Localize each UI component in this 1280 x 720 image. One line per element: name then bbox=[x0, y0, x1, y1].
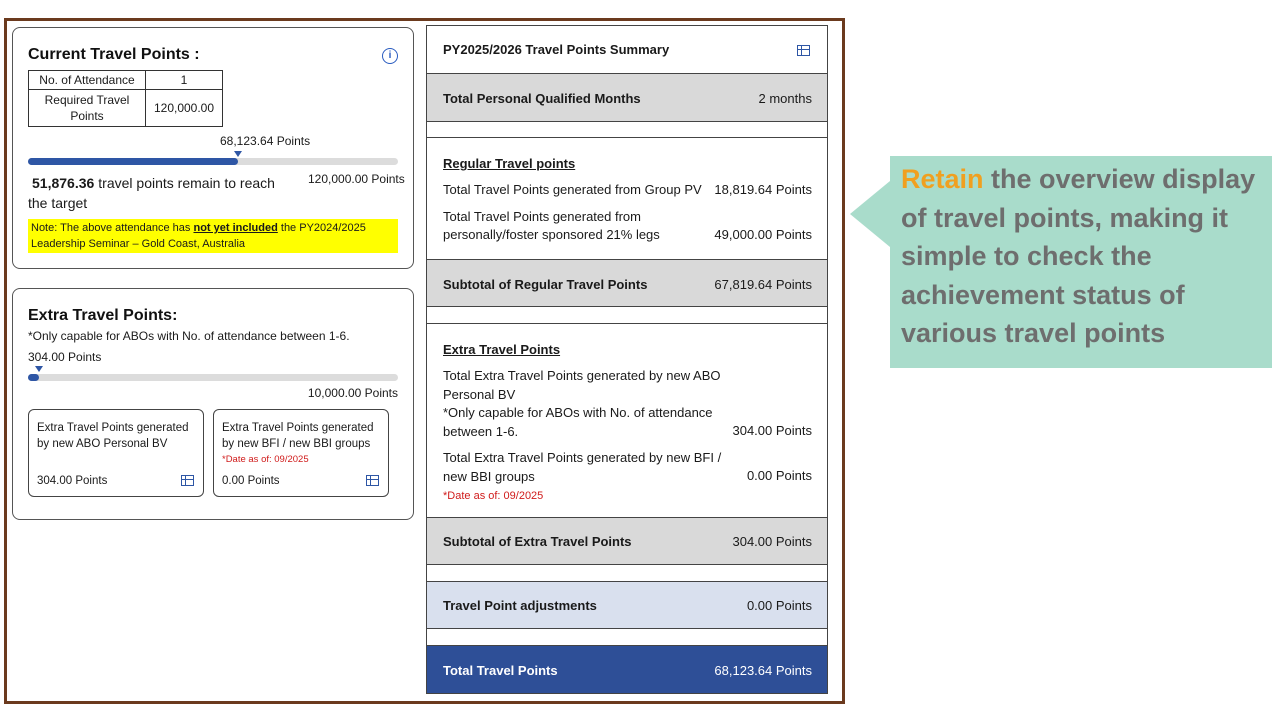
extra-row1-label: Total Extra Travel Points generated by n… bbox=[443, 368, 721, 402]
extra-progress-fill bbox=[28, 374, 40, 381]
extra-row2-label: Total Extra Travel Points generated by n… bbox=[443, 450, 722, 484]
current-target-label: 120,000.00 Points bbox=[308, 172, 405, 186]
note-prefix: Note: The above attendance has bbox=[31, 222, 194, 234]
spacer-4 bbox=[426, 628, 828, 646]
summary-title: PY2025/2026 Travel Points Summary bbox=[443, 42, 670, 57]
extra-subtotal-value: 304.00 Points bbox=[732, 534, 812, 549]
extra-row1-wrap: Total Extra Travel Points generated by n… bbox=[443, 367, 728, 441]
extra-row2-date: *Date as of: 09/2025 bbox=[443, 490, 544, 502]
regular-row1-value: 18,819.64 Points bbox=[714, 182, 812, 197]
qualified-months-row: Total Personal Qualified Months 2 months bbox=[426, 73, 828, 122]
extra-bfi-date: *Date as of: 09/2025 bbox=[222, 454, 309, 465]
table-icon[interactable] bbox=[366, 475, 379, 486]
extra-bfi-value: 0.00 Points bbox=[222, 475, 280, 487]
regular-title: Regular Travel points bbox=[443, 156, 576, 171]
current-points-label: 68,123.64 Points bbox=[220, 134, 311, 148]
callout-highlight: Retain bbox=[901, 164, 984, 194]
qualified-value: 2 months bbox=[758, 91, 812, 106]
callout-arrow bbox=[850, 181, 890, 247]
extra-subtotal-row: Subtotal of Extra Travel Points 304.00 P… bbox=[426, 517, 828, 565]
summary-header: PY2025/2026 Travel Points Summary bbox=[426, 25, 828, 74]
regular-row1-label: Total Travel Points generated from Group… bbox=[443, 182, 702, 197]
spacer-2 bbox=[426, 306, 828, 324]
attendance-label: No. of Attendance bbox=[28, 70, 146, 90]
required-value: 120,000.00 bbox=[145, 89, 223, 127]
adjustments-row: Travel Point adjustments 0.00 Points bbox=[426, 581, 828, 629]
extra-abo-label: Extra Travel Points generated by new ABO… bbox=[37, 422, 189, 450]
extra-bfi-box[interactable]: Extra Travel Points generated by new BFI… bbox=[213, 409, 389, 497]
regular-subtotal-label: Subtotal of Regular Travel Points bbox=[443, 277, 648, 292]
current-title: Current Travel Points : bbox=[28, 46, 200, 63]
extra-row2-wrap: Total Extra Travel Points generated by n… bbox=[443, 449, 728, 506]
spacer-3 bbox=[426, 564, 828, 582]
extra-progress-pointer bbox=[35, 366, 43, 372]
spacer-1 bbox=[426, 121, 828, 138]
adjustments-label: Travel Point adjustments bbox=[443, 598, 597, 613]
extra-current-label: 304.00 Points bbox=[28, 350, 102, 364]
extra-abo-box[interactable]: Extra Travel Points generated by new ABO… bbox=[28, 409, 204, 497]
adjustments-value: 0.00 Points bbox=[746, 598, 812, 613]
extra-subtitle: *Only capable for ABOs with No. of atten… bbox=[28, 329, 350, 343]
extra-section-title: Extra Travel Points bbox=[443, 342, 561, 357]
extra-title: Extra Travel Points: bbox=[28, 307, 178, 324]
qualified-label: Total Personal Qualified Months bbox=[443, 91, 641, 106]
note-emphasis: not yet included bbox=[193, 222, 278, 234]
table-icon[interactable] bbox=[181, 475, 194, 486]
regular-row2-value: 49,000.00 Points bbox=[714, 227, 812, 242]
current-progress-pointer bbox=[234, 151, 242, 157]
attendance-value: 1 bbox=[145, 70, 223, 90]
extra-subtotal-label: Subtotal of Extra Travel Points bbox=[443, 534, 632, 549]
regular-section: Regular Travel points Total Travel Point… bbox=[426, 137, 828, 260]
callout-box: Retain the overview display of travel po… bbox=[890, 156, 1272, 368]
total-value: 68,123.64 Points bbox=[714, 663, 812, 678]
attendance-note: Note: The above attendance has not yet i… bbox=[28, 219, 398, 253]
extra-target-label: 10,000.00 Points bbox=[307, 386, 398, 400]
extra-section: Extra Travel Points Total Extra Travel P… bbox=[426, 323, 828, 518]
extra-bfi-label-wrap: Extra Travel Points generated by new BFI… bbox=[222, 420, 380, 468]
regular-subtotal-value: 67,819.64 Points bbox=[714, 277, 812, 292]
total-label: Total Travel Points bbox=[443, 663, 558, 678]
extra-row2-value: 0.00 Points bbox=[746, 468, 812, 483]
extra-travel-points-card: Extra Travel Points: *Only capable for A… bbox=[12, 288, 414, 520]
required-label: Required Travel Points bbox=[28, 89, 146, 127]
current-progress-track bbox=[28, 158, 398, 165]
current-progress-fill bbox=[28, 158, 239, 165]
current-travel-points-card: Current Travel Points : i No. of Attenda… bbox=[12, 27, 414, 269]
extra-row1-value: 304.00 Points bbox=[732, 423, 812, 438]
remain-value: 51,876.36 bbox=[32, 175, 95, 191]
extra-bfi-label: Extra Travel Points generated by new BFI… bbox=[222, 422, 374, 450]
remain-text: 51,876.36 travel points remain to reach t… bbox=[28, 173, 298, 213]
table-icon[interactable] bbox=[797, 45, 810, 56]
extra-progress-track bbox=[28, 374, 398, 381]
attendance-table: No. of Attendance 1 Required Travel Poin… bbox=[28, 70, 223, 127]
regular-subtotal-row: Subtotal of Regular Travel Points 67,819… bbox=[426, 259, 828, 307]
extra-row1-note: *Only capable for ABOs with No. of atten… bbox=[443, 405, 713, 439]
extra-abo-value: 304.00 Points bbox=[37, 475, 108, 487]
callout-text: Retain the overview display of travel po… bbox=[901, 160, 1267, 353]
info-icon[interactable]: i bbox=[382, 48, 398, 64]
regular-row2-label: Total Travel Points generated from perso… bbox=[443, 209, 660, 242]
total-row: Total Travel Points 68,123.64 Points bbox=[426, 645, 828, 694]
